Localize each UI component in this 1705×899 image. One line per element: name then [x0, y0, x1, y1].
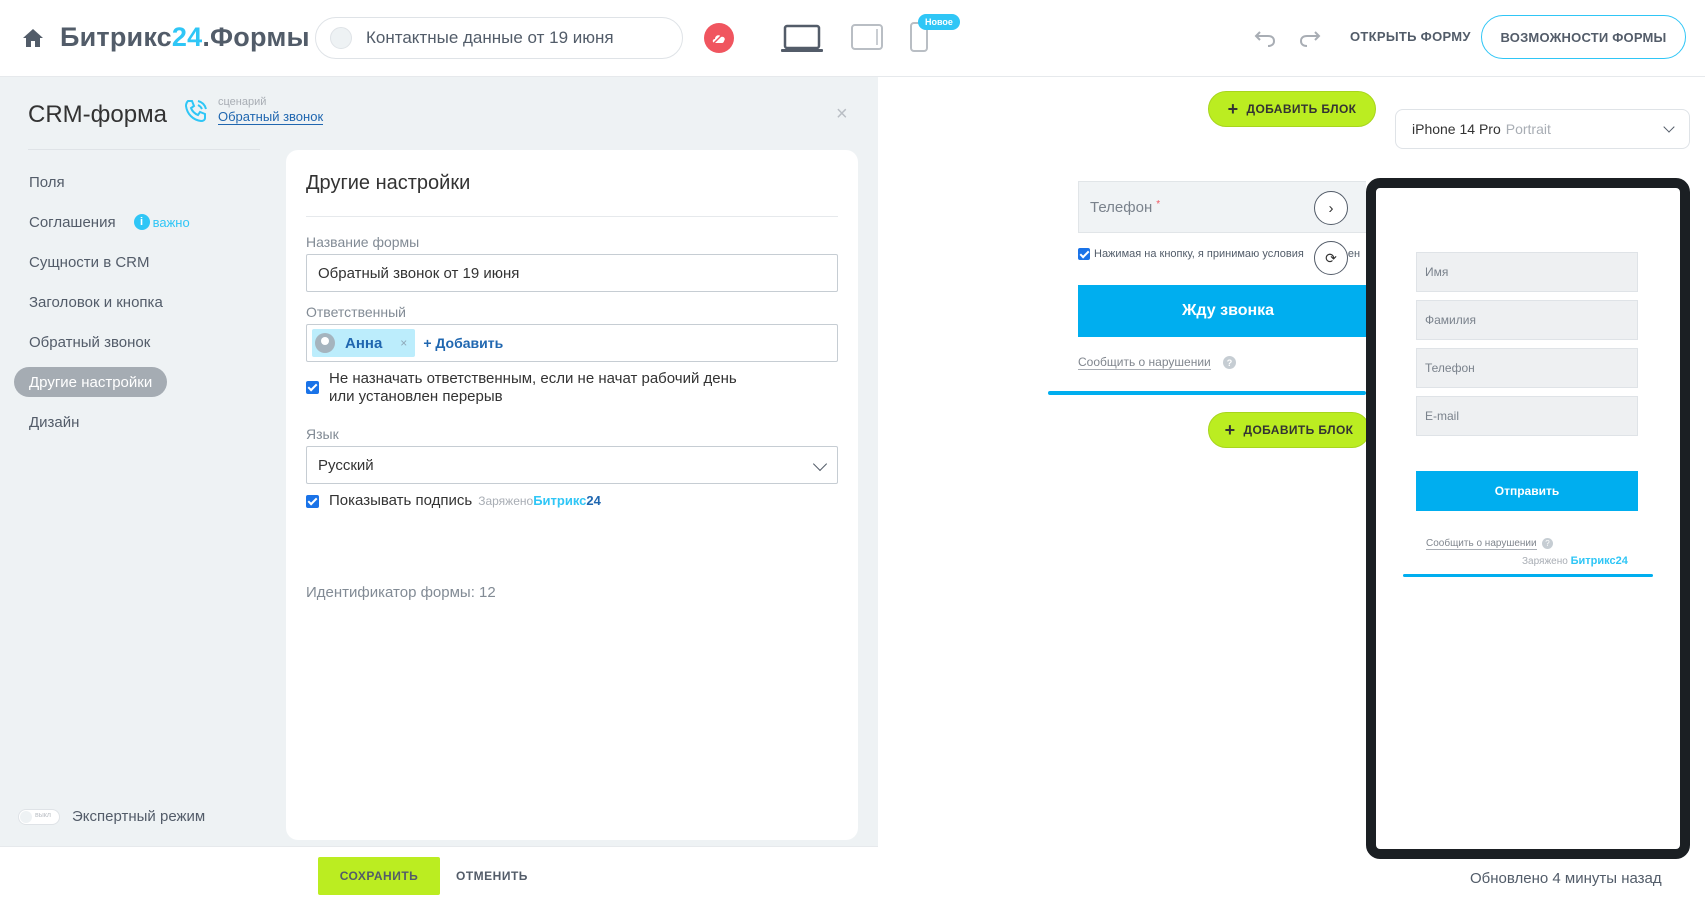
new-badge: Новое	[918, 14, 960, 30]
expert-mode: выкл Экспертный режим	[18, 808, 205, 825]
name-field[interactable]: Имя	[1416, 252, 1638, 292]
undo-icon[interactable]	[1254, 26, 1276, 48]
responsible-name: Анна	[345, 334, 383, 352]
settings-nav: Поля Соглашения i важно Сущности в CRM Заг…	[14, 167, 264, 447]
divider	[306, 216, 838, 217]
show-signature-checkbox[interactable]	[306, 495, 319, 508]
settings-panel: CRM-форма сценарий Обратный звонок × Пол…	[0, 77, 878, 899]
responsible-field[interactable]: Анна × + Добавить	[306, 324, 838, 362]
plus-icon: +	[1227, 99, 1239, 119]
laptop-view-icon[interactable]	[780, 24, 824, 54]
language-value: Русский	[318, 456, 374, 474]
show-signature-option[interactable]: Показывать подпись Заряжено Битрикс24	[306, 492, 601, 510]
mobile-report-link[interactable]: Сообщить о нарушении	[1426, 538, 1537, 550]
cancel-button[interactable]: ОТМЕНИТЬ	[456, 869, 528, 883]
email-field[interactable]: E-mail	[1416, 396, 1638, 436]
brand-logo: Битрикс24	[533, 493, 601, 508]
nav-item-crm-entities[interactable]: Сущности в CRM	[14, 247, 165, 277]
form-underline	[1403, 574, 1653, 577]
language-select[interactable]: Русский	[306, 446, 838, 484]
card-title: Другие настройки	[306, 172, 471, 194]
save-button[interactable]: СОХРАНИТЬ	[318, 857, 440, 895]
device-select[interactable]: iPhone 14 Pro Portrait	[1395, 109, 1690, 149]
updated-status: Обновлено 4 минуты назад	[1470, 870, 1662, 887]
mobile-submit-button[interactable]: Отправить	[1416, 471, 1638, 511]
plus-icon: +	[1224, 420, 1236, 440]
surname-field[interactable]: Фамилия	[1416, 300, 1638, 340]
nav-item-design[interactable]: Дизайн	[14, 407, 94, 437]
language-label: Язык	[306, 426, 339, 442]
form-features-button[interactable]: ВОЗМОЖНОСТИ ФОРМЫ	[1481, 15, 1686, 59]
powered-by-label: Заряжено	[478, 494, 534, 508]
preview-area: + ДОБАВИТЬ БЛОК iPhone 14 Pro Portrait Тел…	[878, 77, 1705, 899]
callback-submit-button[interactable]: Жду звонка	[1078, 285, 1366, 337]
mobile-powered-by: Заряжено Битрикс24	[1522, 555, 1628, 567]
agreement-checkbox[interactable]	[1078, 248, 1090, 260]
redo-icon[interactable]	[1299, 26, 1321, 48]
footer-bar: СОХРАНИТЬ ОТМЕНИТЬ	[0, 846, 878, 899]
chevron-down-icon	[812, 456, 828, 472]
nav-item-fields[interactable]: Поля	[14, 167, 80, 197]
expert-mode-label: Экспертный режим	[72, 808, 206, 825]
avatar	[315, 333, 335, 353]
phone-preview-frame: Имя Фамилия Телефон E-mail Отправить Соо…	[1366, 178, 1690, 859]
cloud-off-button[interactable]	[704, 23, 734, 53]
scenario-label: сценарий	[218, 96, 267, 108]
help-icon[interactable]: ?	[1223, 356, 1236, 369]
app-title: Битрикс24.Формы	[60, 22, 310, 52]
important-tag: важно	[152, 214, 190, 230]
chevron-right-icon[interactable]: ›	[1314, 191, 1348, 225]
form-name-input[interactable]: Обратный звонок от 19 июня	[306, 254, 838, 292]
help-icon[interactable]: ?	[1542, 538, 1553, 549]
home-icon[interactable]	[22, 28, 44, 48]
show-signature-label: Показывать подпись	[329, 492, 473, 509]
info-icon: i	[133, 214, 150, 230]
nav-item-callback[interactable]: Обратный звонок	[14, 327, 165, 357]
form-underline	[1048, 391, 1366, 395]
chevron-down-icon	[1663, 121, 1675, 133]
desktop-form-preview: Телефон * › Нажимая на кнопку, я принимаю…	[1078, 181, 1366, 351]
phone-field-mobile[interactable]: Телефон	[1416, 348, 1638, 388]
report-violation-link[interactable]: Сообщить о нарушении	[1078, 356, 1211, 370]
add-responsible-link[interactable]: + Добавить	[423, 335, 503, 351]
form-id: Идентификатор формы: 12	[306, 584, 496, 601]
other-settings-card: Другие настройки Название формы Обратный…	[286, 150, 858, 840]
nav-item-agreements[interactable]: Соглашения i важно	[14, 207, 205, 237]
no-assign-label: Не назначать ответственным, если не нача…	[329, 370, 737, 405]
responsible-chip[interactable]: Анна ×	[312, 329, 416, 357]
rotate-icon[interactable]: ⟳	[1314, 241, 1348, 275]
close-icon[interactable]: ×	[836, 103, 848, 126]
nav-item-other-settings[interactable]: Другие настройки	[14, 367, 168, 397]
responsible-label: Ответственный	[306, 304, 406, 320]
add-block-button[interactable]: + ДОБАВИТЬ БЛОК	[1208, 91, 1376, 127]
form-thumbnail-icon	[330, 27, 352, 49]
open-form-link[interactable]: ОТКРЫТЬ ФОРМУ	[1350, 29, 1471, 44]
add-block-button-bottom[interactable]: + ДОБАВИТЬ БЛОК	[1208, 412, 1370, 448]
form-name-label: Название формы	[306, 234, 420, 250]
form-selector-label: Контактные данные от 19 июня	[366, 28, 614, 47]
no-assign-option[interactable]: Не назначать ответственным, если не нача…	[306, 370, 766, 406]
nav-item-header-button[interactable]: Заголовок и кнопка	[14, 287, 178, 317]
top-bar: Битрикс24.Формы Контактные данные от 19 …	[0, 0, 1705, 77]
expert-mode-toggle[interactable]: выкл	[18, 808, 60, 825]
panel-title: CRM-форма	[28, 101, 167, 128]
divider	[28, 149, 260, 150]
remove-responsible-icon[interactable]: ×	[400, 336, 407, 350]
no-assign-checkbox[interactable]	[306, 381, 319, 394]
form-selector[interactable]: Контактные данные от 19 июня	[315, 17, 683, 59]
tablet-view-icon[interactable]	[851, 24, 883, 50]
scenario-link[interactable]: Обратный звонок	[218, 110, 324, 125]
phone-call-icon	[182, 97, 210, 125]
